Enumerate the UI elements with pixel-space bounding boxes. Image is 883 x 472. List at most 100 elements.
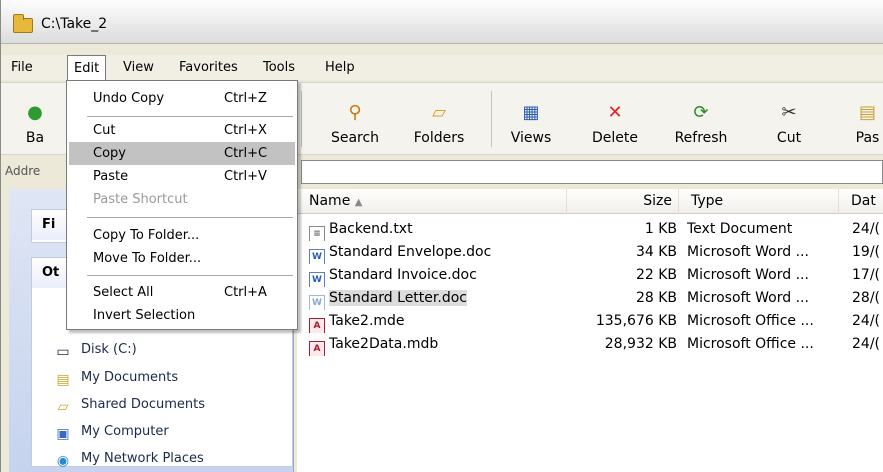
menu-item-label: Select All [93, 285, 154, 300]
computer-icon: ▣ [56, 426, 70, 442]
refresh-button[interactable]: ⟳ Refresh [665, 83, 737, 156]
views-button[interactable]: ▦ Views [501, 83, 561, 156]
menu-item-copy[interactable]: Copy Ctrl+C [69, 142, 295, 165]
menu-item-undo-copy[interactable]: Undo Copy Ctrl+Z [69, 87, 295, 110]
file-size: 34 KB [635, 244, 677, 260]
back-label: Ba [25, 130, 45, 146]
delete-label: Delete [592, 130, 638, 146]
back-arrow-icon: ● [27, 102, 43, 123]
search-label: Search [330, 130, 380, 146]
file-type: Microsoft Word ... [687, 267, 809, 283]
window-title: C:\Take_2 [41, 16, 108, 32]
menu-item-label: Paste Shortcut [93, 192, 188, 207]
menu-item-label: Cut [93, 123, 116, 138]
word-document-icon: W [309, 295, 325, 310]
access-database-icon: A [309, 341, 325, 356]
word-document-icon: W [309, 272, 325, 287]
menu-item-cut[interactable]: Cut Ctrl+X [69, 119, 295, 142]
menu-tools[interactable]: Tools [257, 55, 301, 80]
menu-file[interactable]: File [5, 55, 39, 80]
file-row[interactable]: W Standard Invoice.doc 22 KB Microsoft Wo… [297, 264, 883, 287]
back-button[interactable]: ● Ba [15, 83, 55, 156]
file-size: 28 KB [635, 290, 677, 306]
column-name[interactable]: Name ▲ [297, 189, 567, 214]
place-my-documents[interactable]: ▤ My Documents [53, 365, 178, 391]
column-size[interactable]: Size [567, 189, 679, 214]
menu-item-paste-shortcut: Paste Shortcut [69, 188, 295, 211]
folder-icon [13, 14, 33, 33]
menu-help[interactable]: Help [319, 55, 361, 80]
place-label: My Documents [81, 370, 179, 385]
place-shared-documents[interactable]: ▱ Shared Documents [53, 392, 205, 418]
edit-menu-dropdown: Undo Copy Ctrl+Z Cut Ctrl+X Copy Ctrl+C … [66, 80, 298, 330]
menu-separator [87, 275, 293, 276]
network-icon: ◉ [56, 453, 70, 469]
place-disk-c[interactable]: ▭ Disk (C:) [53, 337, 136, 363]
folders-icon: ▱ [432, 102, 446, 123]
explorer-window: C:\Take_2 File Edit View Favorites Tools… [0, 0, 883, 472]
file-type: Microsoft Word ... [687, 290, 809, 306]
title-bar[interactable]: C:\Take_2 [1, 0, 883, 44]
place-my-network-places[interactable]: ◉ My Network Places [53, 446, 204, 472]
menu-item-copy-to-folder[interactable]: Copy To Folder... [69, 224, 295, 247]
my-documents-icon: ▤ [56, 372, 70, 388]
cut-button[interactable]: ✂ Cut [767, 83, 811, 156]
file-name: Standard Invoice.doc [329, 267, 477, 283]
place-my-computer[interactable]: ▣ My Computer [53, 419, 169, 445]
paste-button[interactable]: ▤ Pas [851, 83, 883, 156]
file-size: 1 KB [644, 221, 677, 237]
file-row-selected[interactable]: W Standard Letter.doc 28 KB Microsoft Wor… [297, 287, 883, 310]
column-name-label: Name [309, 193, 351, 209]
delete-icon: ✕ [607, 102, 623, 123]
refresh-icon: ⟳ [693, 102, 709, 123]
file-row[interactable]: A Take2Data.mdb 28,932 KB Microsoft Offic… [297, 333, 883, 356]
search-button[interactable]: ⚲ Search [323, 83, 387, 156]
drive-icon: ▭ [56, 344, 70, 360]
column-header-row: Name ▲ Size Type Dat [297, 189, 883, 214]
menu-item-label: Paste [93, 169, 129, 184]
file-size: 135,676 KB [595, 313, 677, 329]
column-type[interactable]: Type [679, 189, 839, 214]
column-date[interactable]: Dat [839, 189, 883, 214]
file-row[interactable]: ≡ Backend.txt 1 KB Text Document 24/( [297, 218, 883, 241]
sort-ascending-icon: ▲ [354, 197, 363, 208]
address-label: Addre [5, 164, 41, 178]
word-document-icon: W [309, 249, 325, 264]
file-type: Text Document [687, 221, 793, 237]
clipboard-icon: ▤ [858, 102, 876, 123]
menu-item-invert-selection[interactable]: Invert Selection [69, 304, 295, 327]
access-database-icon: A [309, 318, 325, 333]
file-size: 28,932 KB [604, 336, 677, 352]
menu-item-paste[interactable]: Paste Ctrl+V [69, 165, 295, 188]
views-label: Views [510, 130, 552, 146]
delete-button[interactable]: ✕ Delete [583, 83, 647, 156]
menu-item-label: Copy To Folder... [93, 228, 200, 243]
menu-item-shortcut: Ctrl+X [224, 123, 267, 138]
file-date: 24/( [852, 336, 880, 352]
menu-item-select-all[interactable]: Select All Ctrl+A [69, 281, 295, 304]
search-icon: ⚲ [348, 102, 362, 123]
menu-view[interactable]: View [117, 55, 160, 80]
place-label: My Network Places [81, 451, 204, 466]
file-date: 24/( [852, 313, 880, 329]
text-file-icon: ≡ [309, 226, 325, 241]
menu-separator [87, 217, 293, 218]
menu-bar: File Edit View Favorites Tools Help [1, 55, 883, 81]
place-label: My Computer [81, 424, 169, 439]
folders-button[interactable]: ▱ Folders [401, 83, 477, 156]
menu-item-label: Invert Selection [93, 308, 196, 323]
menu-edit[interactable]: Edit [67, 55, 107, 81]
menu-item-label: Undo Copy [93, 91, 165, 106]
file-name: Take2.mde [329, 313, 405, 329]
file-row[interactable]: W Standard Envelope.doc 34 KB Microsoft W… [297, 241, 883, 264]
menu-item-label: Move To Folder... [93, 251, 202, 266]
views-icon: ▦ [522, 102, 540, 123]
menu-item-shortcut: Ctrl+Z [224, 91, 267, 106]
menu-item-move-to-folder[interactable]: Move To Folder... [69, 247, 295, 270]
address-input[interactable] [301, 160, 883, 184]
file-name: Take2Data.mdb [329, 336, 439, 352]
menu-item-shortcut: Ctrl+A [224, 285, 267, 300]
file-row[interactable]: A Take2.mde 135,676 KB Microsoft Office .… [297, 310, 883, 333]
file-size: 22 KB [635, 267, 677, 283]
menu-favorites[interactable]: Favorites [173, 55, 244, 80]
